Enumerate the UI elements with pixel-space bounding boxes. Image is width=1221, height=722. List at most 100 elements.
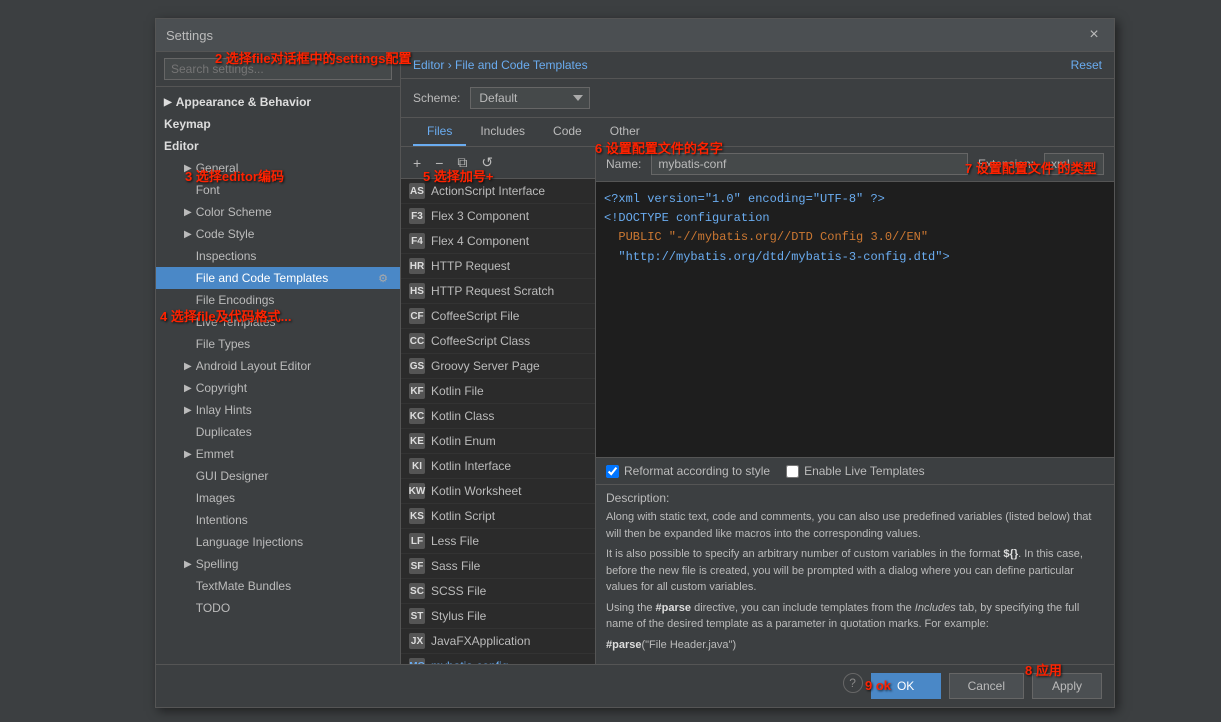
template-item[interactable]: LF Less File (401, 529, 595, 554)
nav-item-copyright[interactable]: ▶Copyright (156, 377, 400, 399)
template-item[interactable]: AS ActionScript Interface (401, 179, 595, 204)
nav-item-general[interactable]: ▶General (156, 157, 400, 179)
options-row: Reformat according to style Enable Live … (596, 457, 1114, 484)
template-item[interactable]: JX JavaFXApplication (401, 629, 595, 654)
remove-template-button[interactable]: − (429, 151, 449, 174)
file-type-icon: F4 (409, 233, 425, 249)
tab-code[interactable]: Code (539, 118, 596, 146)
nav-item-todo[interactable]: ▶TODO (156, 597, 400, 619)
template-item[interactable]: CC CoffeeScript Class (401, 329, 595, 354)
file-type-icon: SC (409, 583, 425, 599)
scheme-label: Scheme: (413, 91, 460, 105)
template-item[interactable]: CF CoffeeScript File (401, 304, 595, 329)
template-item[interactable]: ST Stylus File (401, 604, 595, 629)
code-panel: Name: Extension: <?xml version="1.0" enc… (596, 147, 1114, 664)
file-type-icon: KC (409, 408, 425, 424)
template-item[interactable]: KE Kotlin Enum (401, 429, 595, 454)
nav-item-android-layout-editor[interactable]: ▶Android Layout Editor (156, 355, 400, 377)
apply-button[interactable]: Apply (1032, 673, 1102, 699)
template-name: Stylus File (431, 609, 486, 623)
template-item[interactable]: KS Kotlin Script (401, 504, 595, 529)
file-type-icon: LF (409, 533, 425, 549)
template-item[interactable]: KC Kotlin Class (401, 404, 595, 429)
template-name: SCSS File (431, 584, 486, 598)
template-name: CoffeeScript File (431, 309, 519, 323)
help-button[interactable]: ? (843, 673, 863, 693)
template-item[interactable]: KF Kotlin File (401, 379, 595, 404)
nav-item-intentions[interactable]: ▶Intentions (156, 509, 400, 531)
tab-includes[interactable]: Includes (466, 118, 539, 146)
scheme-select[interactable]: Default Project (470, 87, 590, 109)
file-type-icon: KE (409, 433, 425, 449)
file-type-icon: JX (409, 633, 425, 649)
template-name: Sass File (431, 559, 480, 573)
live-templates-option[interactable]: Enable Live Templates (786, 464, 925, 478)
file-type-icon: KF (409, 383, 425, 399)
template-item[interactable]: SC SCSS File (401, 579, 595, 604)
search-input[interactable] (164, 58, 392, 80)
nav-item-textmate-bundles[interactable]: ▶TextMate Bundles (156, 575, 400, 597)
template-item[interactable]: HR HTTP Request (401, 254, 595, 279)
name-input[interactable] (651, 153, 968, 175)
name-label: Name: (606, 157, 641, 171)
template-toolbar: + − ⧉ ↺ (401, 147, 595, 179)
nav-item-inlay-hints[interactable]: ▶Inlay Hints (156, 399, 400, 421)
name-row: Name: Extension: (596, 147, 1114, 182)
nav-item-font[interactable]: ▶Font (156, 179, 400, 201)
template-item[interactable]: KI Kotlin Interface (401, 454, 595, 479)
nav-item-emmet[interactable]: ▶Emmet (156, 443, 400, 465)
ok-button[interactable]: OK (871, 673, 941, 699)
template-name: Groovy Server Page (431, 359, 540, 373)
dialog-footer: ? OK Cancel Apply (156, 664, 1114, 707)
code-editor[interactable]: <?xml version="1.0" encoding="UTF-8" ?><… (596, 182, 1114, 457)
reformat-checkbox[interactable] (606, 465, 619, 478)
nav-item-spelling[interactable]: ▶Spelling (156, 553, 400, 575)
live-templates-label: Enable Live Templates (804, 464, 925, 478)
nav-item-editor[interactable]: Editor (156, 135, 400, 157)
template-name: Kotlin Interface (431, 459, 511, 473)
template-item[interactable]: F4 Flex 4 Component (401, 229, 595, 254)
nav-item-appearance-&-behavior[interactable]: ▶Appearance & Behavior (156, 91, 400, 113)
nav-item-color-scheme[interactable]: ▶Color Scheme (156, 201, 400, 223)
file-type-icon: HR (409, 258, 425, 274)
nav-item-inspections[interactable]: ▶Inspections (156, 245, 400, 267)
live-templates-checkbox[interactable] (786, 465, 799, 478)
file-type-icon: AS (409, 183, 425, 199)
tab-other[interactable]: Other (596, 118, 654, 146)
nav-item-language-injections[interactable]: ▶Language Injections (156, 531, 400, 553)
template-item[interactable]: MC mybatis-config (401, 654, 595, 664)
nav-item-file-and-code-templates[interactable]: ▶File and Code Templates⚙ (156, 267, 400, 289)
cancel-button[interactable]: Cancel (949, 673, 1024, 699)
nav-item-code-style[interactable]: ▶Code Style (156, 223, 400, 245)
template-item[interactable]: SF Sass File (401, 554, 595, 579)
close-button[interactable]: × (1084, 25, 1104, 45)
copy-template-button[interactable]: ⧉ (451, 151, 473, 174)
reformat-label: Reformat according to style (624, 464, 770, 478)
nav-item-duplicates[interactable]: ▶Duplicates (156, 421, 400, 443)
nav-item-images[interactable]: ▶Images (156, 487, 400, 509)
template-item[interactable]: HS HTTP Request Scratch (401, 279, 595, 304)
tabs-row: FilesIncludesCodeOther (401, 118, 1114, 147)
reformat-option[interactable]: Reformat according to style (606, 464, 770, 478)
search-box (156, 52, 400, 87)
breadcrumb-prefix: Editor (413, 58, 444, 72)
nav-item-file-encodings[interactable]: ▶File Encodings (156, 289, 400, 311)
template-item[interactable]: GS Groovy Server Page (401, 354, 595, 379)
ext-label: Extension: (978, 157, 1034, 171)
reset-template-button[interactable]: ↺ (475, 151, 499, 174)
reset-button[interactable]: Reset (1071, 58, 1102, 72)
template-name: JavaFXApplication (431, 634, 530, 648)
file-type-icon: F3 (409, 208, 425, 224)
template-name: HTTP Request (431, 259, 510, 273)
template-item[interactable]: F3 Flex 3 Component (401, 204, 595, 229)
nav-item-file-types[interactable]: ▶File Types (156, 333, 400, 355)
nav-item-live-templates[interactable]: ▶Live Templates (156, 311, 400, 333)
ext-input[interactable] (1044, 153, 1104, 175)
tab-files[interactable]: Files (413, 118, 466, 146)
nav-item-keymap[interactable]: Keymap (156, 113, 400, 135)
dialog-titlebar: Settings × (156, 19, 1114, 52)
nav-item-gui-designer[interactable]: ▶GUI Designer (156, 465, 400, 487)
template-item[interactable]: KW Kotlin Worksheet (401, 479, 595, 504)
file-type-icon: CC (409, 333, 425, 349)
add-template-button[interactable]: + (407, 151, 427, 174)
